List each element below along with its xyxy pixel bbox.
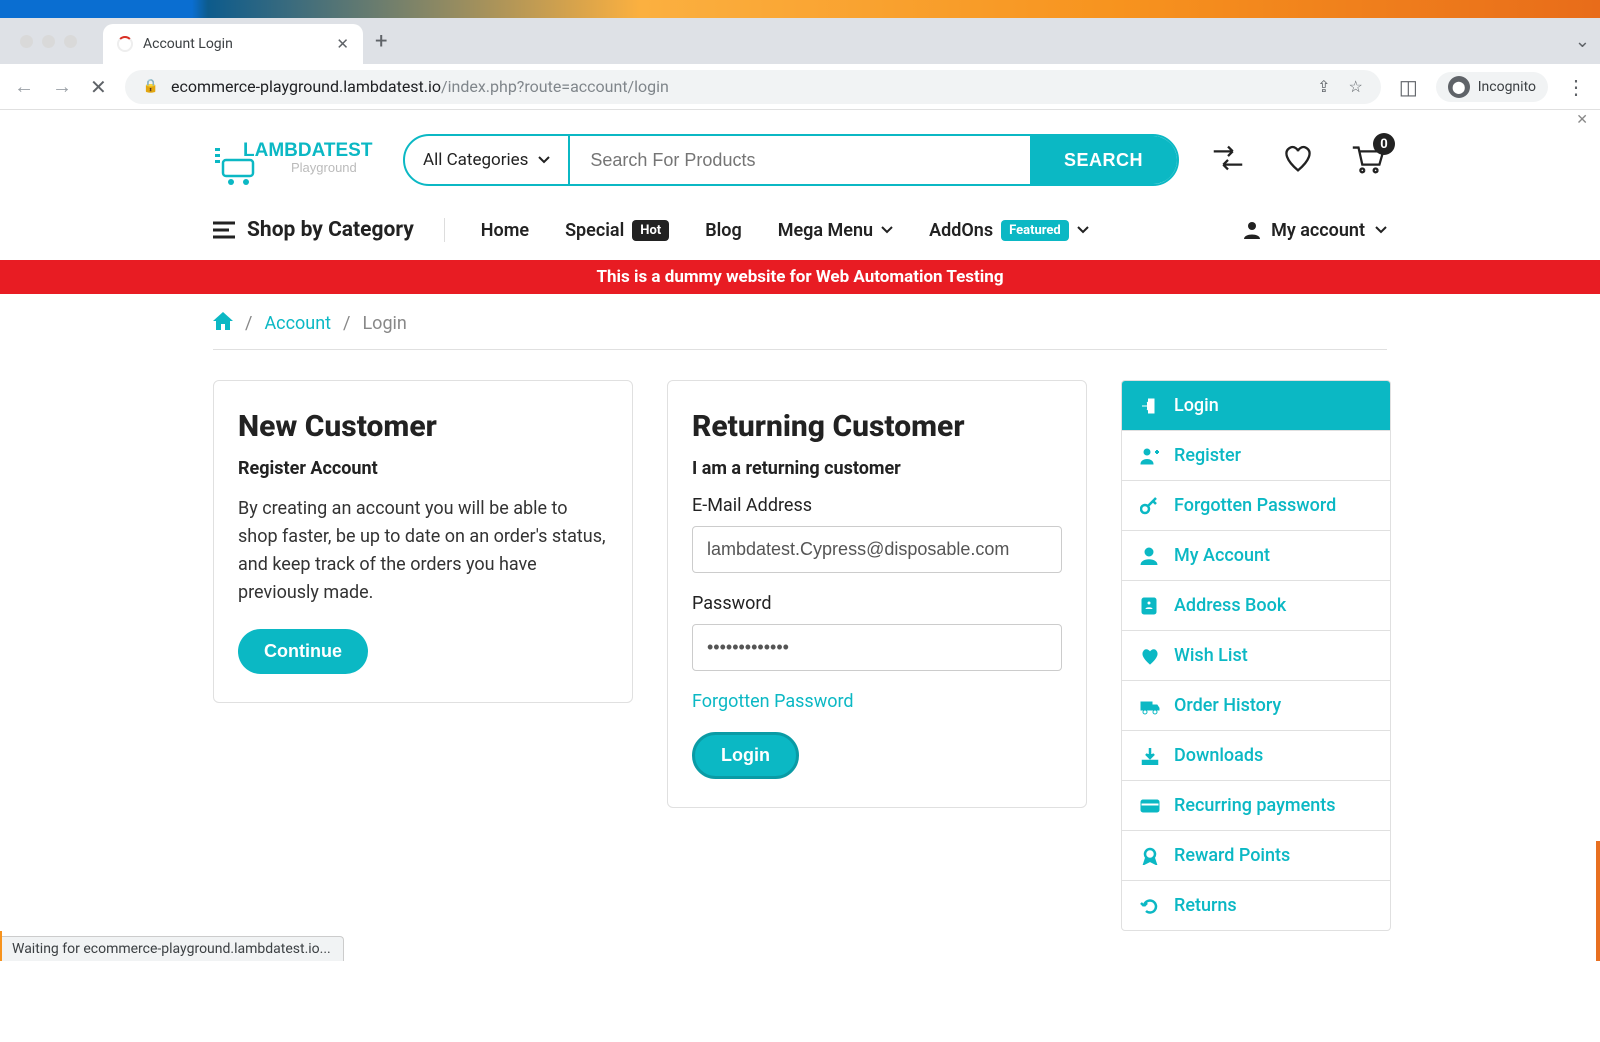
tab-strip: Account Login ✕ + ⌄ — [0, 18, 1600, 64]
sidebar-item-returns[interactable]: Returns — [1122, 881, 1390, 930]
incognito-indicator[interactable]: ⬤ Incognito — [1436, 72, 1548, 102]
new-customer-body: By creating an account you will be able … — [238, 495, 608, 607]
hamburger-icon — [213, 221, 235, 239]
bookmark-icon[interactable]: ☆ — [1348, 77, 1362, 96]
search-category-select[interactable]: All Categories — [405, 136, 570, 184]
chevron-down-icon — [881, 224, 893, 236]
email-field[interactable] — [692, 526, 1062, 573]
search-button[interactable]: SEARCH — [1030, 136, 1177, 184]
forward-button[interactable]: → — [52, 74, 72, 99]
sidebar-item-order-history[interactable]: Order History — [1122, 681, 1390, 731]
share-icon[interactable]: ⇪ — [1317, 77, 1330, 96]
breadcrumb-current: Login — [362, 313, 406, 334]
sidebar-item-recurring-payments[interactable]: Recurring payments — [1122, 781, 1390, 831]
url-text: ecommerce-playground.lambdatest.io/index… — [171, 77, 669, 96]
tab-title: Account Login — [143, 36, 233, 52]
desktop-background-peek — [0, 0, 1600, 18]
nav-special[interactable]: SpecialHot — [565, 220, 669, 241]
returning-customer-card: Returning Customer I am a returning cust… — [667, 380, 1087, 808]
notice-banner: This is a dummy website for Web Automati… — [0, 260, 1600, 294]
truck-icon — [1140, 697, 1160, 715]
sidebar-item-my-account[interactable]: My Account — [1122, 531, 1390, 581]
site-header: LAMBDATEST Playground All Categories SEA… — [213, 110, 1387, 210]
site-logo[interactable]: LAMBDATEST Playground — [213, 132, 373, 188]
breadcrumb-home[interactable] — [213, 312, 233, 335]
tabs-overflow-icon[interactable]: ⌄ — [1575, 31, 1590, 52]
sidebar-item-register[interactable]: Register — [1122, 431, 1390, 481]
search-bar: All Categories SEARCH — [403, 134, 1179, 186]
svg-text:LAMBDATEST: LAMBDATEST — [243, 140, 373, 161]
email-label: E-Mail Address — [692, 495, 1062, 516]
compare-icon[interactable] — [1209, 141, 1247, 179]
desktop-peek-left — [0, 931, 2, 961]
chevron-down-icon — [1375, 224, 1387, 236]
main-nav: Shop by Category Home SpecialHot Blog Me… — [213, 210, 1387, 260]
key-icon — [1140, 497, 1160, 515]
sidebar-item-downloads[interactable]: Downloads — [1122, 731, 1390, 781]
breadcrumb-account[interactable]: Account — [264, 313, 331, 334]
desktop-peek-right — [1596, 841, 1600, 961]
returning-title: Returning Customer — [692, 409, 1062, 444]
sidebar-item-reward-points[interactable]: Reward Points — [1122, 831, 1390, 881]
back-button[interactable]: ← — [14, 74, 34, 99]
home-icon — [213, 312, 233, 330]
browser-chrome: Account Login ✕ + ⌄ ← → ✕ 🔒 ecommerce-pl… — [0, 18, 1600, 110]
new-tab-button[interactable]: + — [375, 29, 387, 54]
cart-icon[interactable]: 0 — [1349, 141, 1387, 179]
login-button[interactable]: Login — [692, 732, 799, 779]
chevron-down-icon — [538, 154, 550, 166]
tab-close-icon[interactable]: ✕ — [336, 35, 349, 53]
main-content: New Customer Register Account By creatin… — [213, 350, 1387, 961]
page-content: ✕ LAMBDATEST Playground All Categories S… — [0, 110, 1600, 961]
address-bar[interactable]: 🔒 ecommerce-playground.lambdatest.io/ind… — [125, 70, 1381, 104]
dismiss-icon[interactable]: ✕ — [1576, 112, 1588, 128]
nav-blog[interactable]: Blog — [705, 220, 742, 241]
account-sidebar: LoginRegisterForgotten PasswordMy Accoun… — [1121, 380, 1391, 931]
loading-spinner-icon — [117, 36, 133, 52]
chevron-down-icon — [1077, 224, 1089, 236]
lock-icon: 🔒 — [143, 79, 159, 94]
new-customer-card: New Customer Register Account By creatin… — [213, 380, 633, 703]
window-controls[interactable] — [10, 35, 87, 48]
cart-count-badge: 0 — [1373, 133, 1395, 155]
reward-icon — [1140, 847, 1160, 865]
user-icon — [1140, 547, 1160, 565]
sidebar-item-forgotten-password[interactable]: Forgotten Password — [1122, 481, 1390, 531]
sidebar-item-address-book[interactable]: Address Book — [1122, 581, 1390, 631]
nav-my-account[interactable]: My account — [1243, 220, 1387, 241]
sidebar-item-login[interactable]: Login — [1122, 381, 1390, 431]
register-icon — [1140, 447, 1160, 465]
toolbar: ← → ✕ 🔒 ecommerce-playground.lambdatest.… — [0, 64, 1600, 110]
side-panel-icon[interactable]: ◫ — [1399, 75, 1418, 99]
nav-home[interactable]: Home — [481, 220, 529, 241]
wishlist-icon[interactable] — [1279, 141, 1317, 179]
svg-text:Playground: Playground — [291, 160, 357, 175]
nav-addons[interactable]: AddOnsFeatured — [929, 220, 1089, 241]
nav-mega-menu[interactable]: Mega Menu — [778, 220, 893, 241]
breadcrumb: / Account / Login — [213, 294, 1387, 350]
heart-icon — [1140, 647, 1160, 665]
continue-button[interactable]: Continue — [238, 629, 368, 674]
forgotten-password-link[interactable]: Forgotten Password — [692, 691, 1062, 712]
address-icon — [1140, 597, 1160, 615]
incognito-icon: ⬤ — [1448, 76, 1470, 98]
card-icon — [1140, 797, 1160, 815]
browser-status-bar: Waiting for ecommerce-playground.lambdat… — [0, 936, 344, 961]
password-field[interactable] — [692, 624, 1062, 671]
person-icon — [1243, 221, 1261, 239]
browser-tab[interactable]: Account Login ✕ — [103, 24, 363, 64]
header-actions: 0 — [1209, 141, 1387, 179]
search-input[interactable] — [570, 136, 1030, 184]
return-icon — [1140, 897, 1160, 915]
download-icon — [1140, 747, 1160, 765]
new-customer-title: New Customer — [238, 409, 608, 444]
returning-subtitle: I am a returning customer — [692, 458, 1062, 479]
sidebar-item-wish-list[interactable]: Wish List — [1122, 631, 1390, 681]
password-label: Password — [692, 593, 1062, 614]
new-customer-subtitle: Register Account — [238, 458, 608, 479]
shop-by-category-button[interactable]: Shop by Category — [213, 218, 445, 242]
login-icon — [1140, 397, 1160, 415]
menu-button[interactable]: ⋮ — [1566, 75, 1586, 99]
stop-button[interactable]: ✕ — [90, 75, 107, 99]
